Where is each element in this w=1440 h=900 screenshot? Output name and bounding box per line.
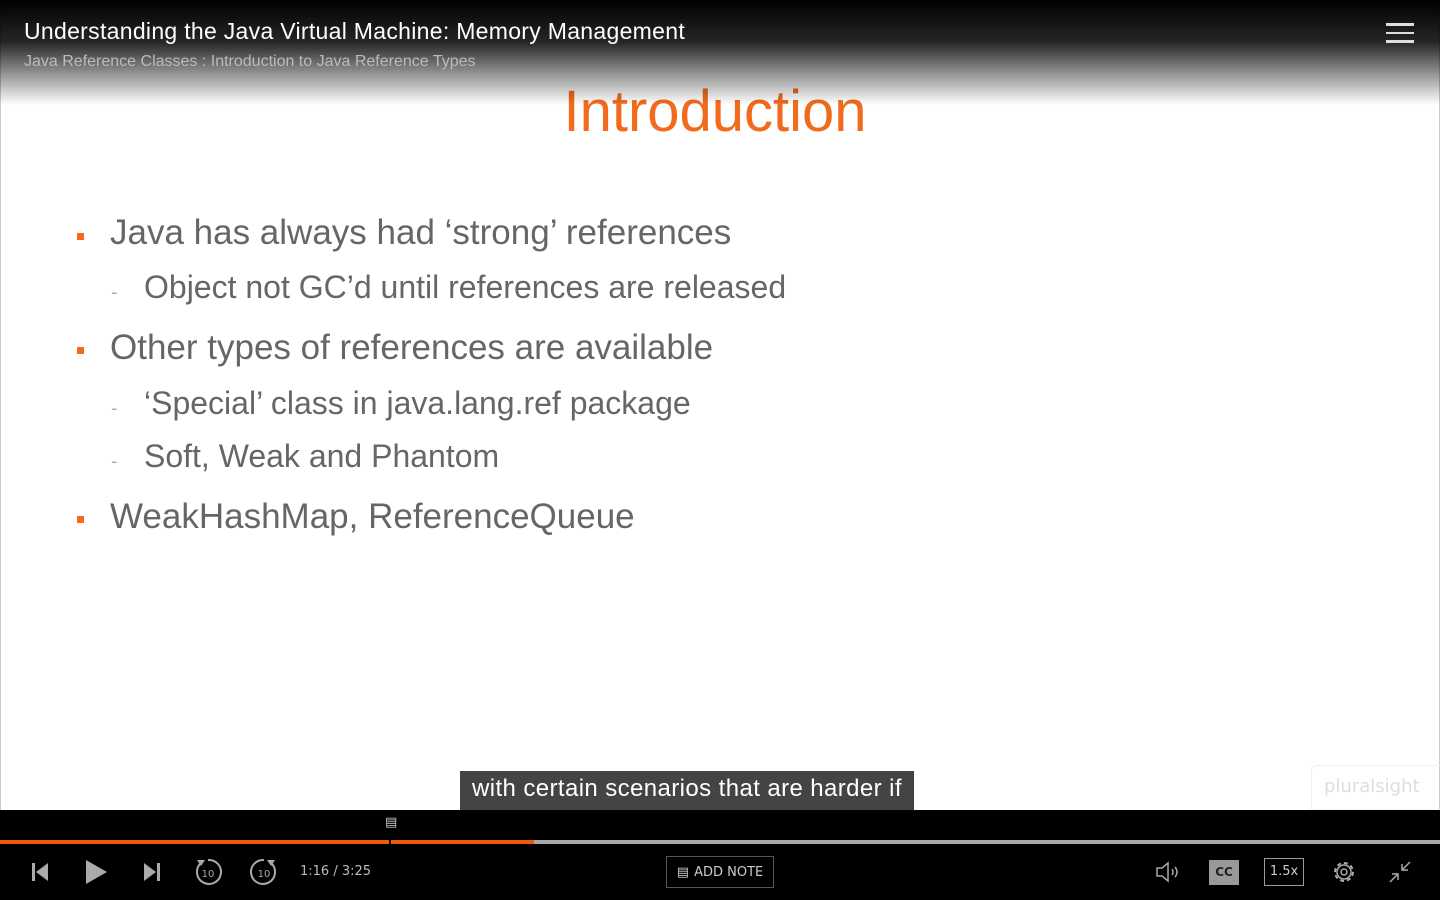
sub-bullet-text: Soft, Weak and Phantom	[144, 438, 500, 474]
exit-fullscreen-icon[interactable]	[1386, 856, 1414, 888]
player-header: Understanding the Java Virtual Machine: …	[0, 0, 1440, 105]
time-display: 1:16 / 3:25	[300, 864, 372, 879]
svg-text:10: 10	[202, 869, 215, 880]
rewind-10-icon[interactable]: 10	[192, 856, 224, 888]
video-slide[interactable]: Introduction Java has always had ‘strong…	[0, 0, 1440, 810]
bullet-icon	[77, 347, 84, 354]
svg-text:10: 10	[258, 869, 271, 880]
caption-text: with certain scenarios that are harder i…	[460, 771, 914, 810]
add-note-button[interactable]: ▤ ADD NOTE	[666, 856, 774, 888]
note-icon: ▤	[676, 864, 690, 880]
next-icon[interactable]	[140, 856, 164, 888]
forward-10-icon[interactable]: 10	[248, 856, 280, 888]
previous-icon[interactable]	[28, 856, 52, 888]
play-icon[interactable]	[82, 856, 110, 888]
sub-bullet-text: Object not GC’d until references are rel…	[144, 269, 787, 305]
menu-icon[interactable]	[1386, 23, 1414, 43]
course-title: Understanding the Java Virtual Machine: …	[24, 18, 686, 44]
bullet-text: Other types of references are available	[110, 328, 714, 367]
dash-icon: -	[111, 282, 118, 303]
add-note-label: ADD NOTE	[694, 864, 764, 880]
note-marker	[389, 840, 391, 844]
sub-bullet-text: ‘Special’ class in java.lang.ref package	[144, 385, 691, 421]
note-marker-icon[interactable]: ▤	[385, 815, 397, 830]
closed-captions-button[interactable]: CC	[1209, 860, 1239, 885]
bullet-text: Java has always had ‘strong’ references	[110, 213, 732, 252]
volume-icon[interactable]	[1154, 856, 1182, 888]
dash-icon: -	[111, 451, 118, 472]
playback-speed-button[interactable]: 1.5x	[1264, 858, 1304, 886]
progress-bar[interactable]	[0, 840, 1440, 844]
settings-gear-icon[interactable]	[1330, 856, 1358, 888]
bullet-text: WeakHashMap, ReferenceQueue	[110, 497, 635, 536]
clip-title: Java Reference Classes : Introduction to…	[24, 53, 476, 70]
bullet-icon	[77, 516, 84, 523]
bullet-icon	[77, 233, 84, 240]
pluralsight-logo: pluralsight	[1311, 765, 1440, 810]
progress-played	[0, 840, 534, 844]
dash-icon: -	[111, 398, 118, 419]
